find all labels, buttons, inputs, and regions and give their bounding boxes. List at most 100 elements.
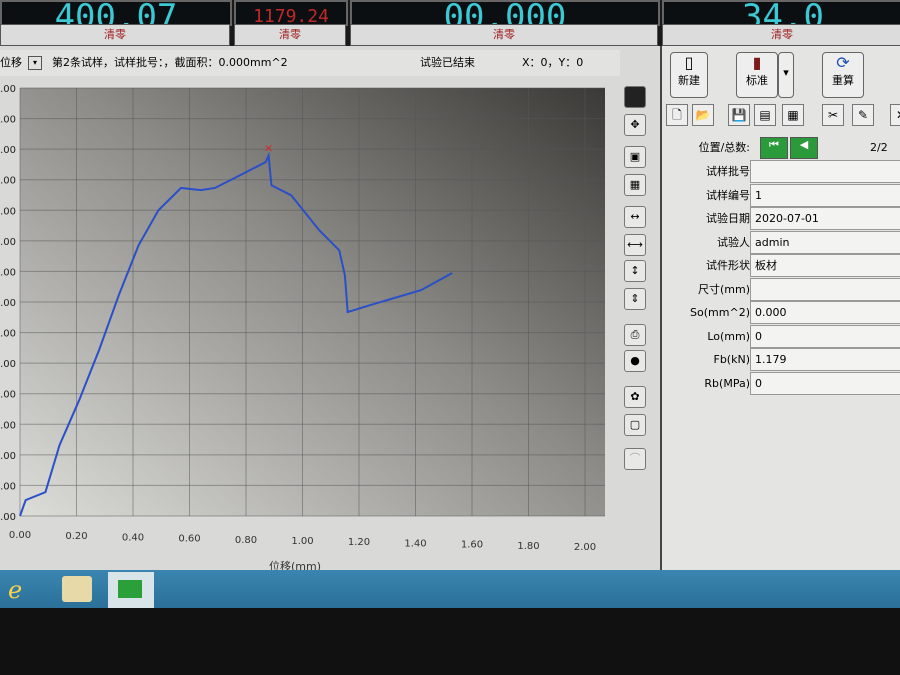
x-shrink-icon[interactable]: ⟷: [624, 234, 646, 256]
ie-icon[interactable]: ℯ: [8, 576, 36, 604]
field-label: 尺寸(mm): [697, 282, 750, 296]
specimen-panel: ▯ 新建 ▮ 标准 ▾ ⟳ 重算 🗋 📂 💾 ▤ ▦ ✂ ✎ ✕ 位置/总数: ⏮ ◀…: [660, 46, 900, 606]
field-value[interactable]: 2020-07-01: [750, 207, 900, 230]
field-row: 试样编号 1: [662, 183, 900, 207]
y-tick-label: 400.00: [0, 390, 16, 401]
folder-icon[interactable]: [62, 576, 92, 602]
export-icon[interactable]: ✿: [624, 386, 646, 408]
app-icon: [118, 580, 142, 598]
field-value[interactable]: admin: [750, 230, 900, 254]
grid-icon[interactable]: ▦: [624, 174, 646, 196]
field-row: Lo(mm) 0: [662, 324, 900, 348]
axis-select[interactable]: 位移: [0, 50, 22, 76]
y-tick-label: 1100.00: [0, 176, 16, 187]
field-label: 试验人: [717, 235, 750, 249]
field-label: Lo(mm): [707, 329, 750, 343]
x-tick-label: 1.60: [461, 540, 483, 551]
field-row: 试件形状 板材: [662, 254, 900, 277]
field-label: 试样批号: [706, 165, 750, 178]
color-tool-icon[interactable]: [624, 86, 646, 108]
field-row: 试验人 admin: [662, 230, 900, 254]
x-tick-label: 0.20: [65, 531, 87, 542]
monitor-bezel: [0, 608, 900, 675]
recalc-button[interactable]: ⟳ 重算: [822, 52, 864, 98]
test-state: 试验已结束: [420, 56, 475, 69]
field-value[interactable]: 1: [750, 183, 900, 207]
field-row: Fb(kN) 1.179: [662, 348, 900, 371]
y-tick-label: 1400.00: [0, 84, 16, 95]
save-all-icon[interactable]: ▤: [754, 104, 776, 126]
dropdown-icon[interactable]: ▾: [28, 56, 42, 70]
standard-dropdown[interactable]: ▾: [778, 52, 794, 98]
move-icon[interactable]: ✥: [624, 114, 646, 136]
specimen-info: 第2条试样，试样批号：，截面积：0.000mm^2: [52, 56, 288, 69]
prev-record-button[interactable]: ◀: [790, 137, 818, 159]
y-tick-label: 200.00: [0, 451, 16, 462]
x-tick-label: 1.80: [517, 541, 539, 552]
x-tick-label: 0.80: [235, 535, 257, 546]
app-taskbar-button[interactable]: [108, 572, 154, 608]
field-label: 试验日期: [706, 212, 750, 225]
print-icon[interactable]: ⎙: [624, 324, 646, 346]
y-tick-label: 0.00: [0, 512, 16, 523]
save-icon[interactable]: 💾: [728, 104, 750, 126]
field-value[interactable]: [750, 277, 900, 301]
field-row: So(mm^2) 0.000: [662, 301, 900, 324]
field-label: So(mm^2): [690, 306, 750, 319]
zero-button-2[interactable]: 清零: [234, 24, 346, 46]
record-position: 2/2: [870, 141, 888, 154]
y-shrink-icon[interactable]: ⇕: [624, 288, 646, 310]
y-tick-label: 500.00: [0, 359, 16, 370]
zero-button-4[interactable]: 清零: [662, 24, 900, 46]
status-bar: 位移 ▾ 第2条试样，试样批号：，截面积：0.000mm^2 试验已结束 X：0…: [0, 50, 620, 76]
display-time: 34.0: [662, 0, 900, 26]
standard-button[interactable]: ▮ 标准: [736, 52, 778, 98]
record-label: 位置/总数:: [698, 141, 750, 154]
new-label: 新建: [678, 74, 700, 87]
refresh-icon: ⟳: [836, 53, 850, 72]
display-deformation: 00.000: [350, 0, 660, 26]
field-value[interactable]: 1.179: [750, 348, 900, 371]
y-tick-label: 1300.00: [0, 115, 16, 126]
x-tick-label: 1.20: [348, 537, 370, 548]
field-value[interactable]: 0: [750, 324, 900, 348]
zero-button-3[interactable]: 清零: [350, 24, 658, 46]
y-stretch-icon[interactable]: ↕: [624, 260, 646, 282]
field-value[interactable]: 0: [750, 371, 900, 395]
brush-icon[interactable]: ✎: [852, 104, 874, 126]
zoom-box-icon[interactable]: ▣: [624, 146, 646, 168]
first-record-button[interactable]: ⏮: [760, 137, 788, 159]
standard-label: 标准: [746, 74, 768, 87]
globe-icon[interactable]: ●: [624, 350, 646, 372]
force-displacement-chart: 0.00 100.00 200.00 300.00 400.00 500.00 600.00…: [0, 84, 605, 573]
cut-icon[interactable]: ✂: [822, 104, 844, 126]
x-tick-label: 1.40: [404, 538, 426, 549]
cursor-coords: X：0，Y：0: [522, 56, 584, 69]
clipboard-icon[interactable]: ▢: [624, 414, 646, 436]
field-value[interactable]: 板材: [750, 254, 900, 277]
open-folder-icon[interactable]: 📂: [692, 104, 714, 126]
report-icon[interactable]: ▦: [782, 104, 804, 126]
field-label: Fb(kN): [713, 353, 751, 366]
field-value[interactable]: [750, 160, 900, 183]
x-tick-label: 0.40: [122, 532, 144, 543]
x-tick-label: 0.60: [178, 534, 200, 545]
y-tick-label: 700.00: [0, 298, 16, 309]
y-tick-label: 300.00: [0, 420, 16, 431]
field-value[interactable]: 0.000: [750, 301, 900, 324]
new-button[interactable]: ▯ 新建: [670, 52, 708, 98]
zero-button-1[interactable]: 清零: [0, 24, 230, 46]
x-stretch-icon[interactable]: ↔: [624, 206, 646, 228]
x-tick-label: 2.00: [574, 542, 596, 553]
field-row: 试验日期 2020-07-01: [662, 207, 900, 230]
standard-icon: ▮: [752, 53, 762, 72]
y-tick-label: 1000.00: [0, 206, 16, 217]
field-label: 试件形状: [706, 259, 750, 272]
y-tick-label: 800.00: [0, 267, 16, 278]
y-tick-label: 100.00: [0, 481, 16, 492]
record-navigator: 位置/总数: ⏮ ◀ 2/2: [662, 136, 900, 159]
y-tick-label: 600.00: [0, 329, 16, 340]
close-icon[interactable]: ✕: [890, 104, 900, 126]
field-label: 试样编号: [706, 188, 750, 202]
new-file-icon[interactable]: 🗋: [666, 104, 688, 126]
